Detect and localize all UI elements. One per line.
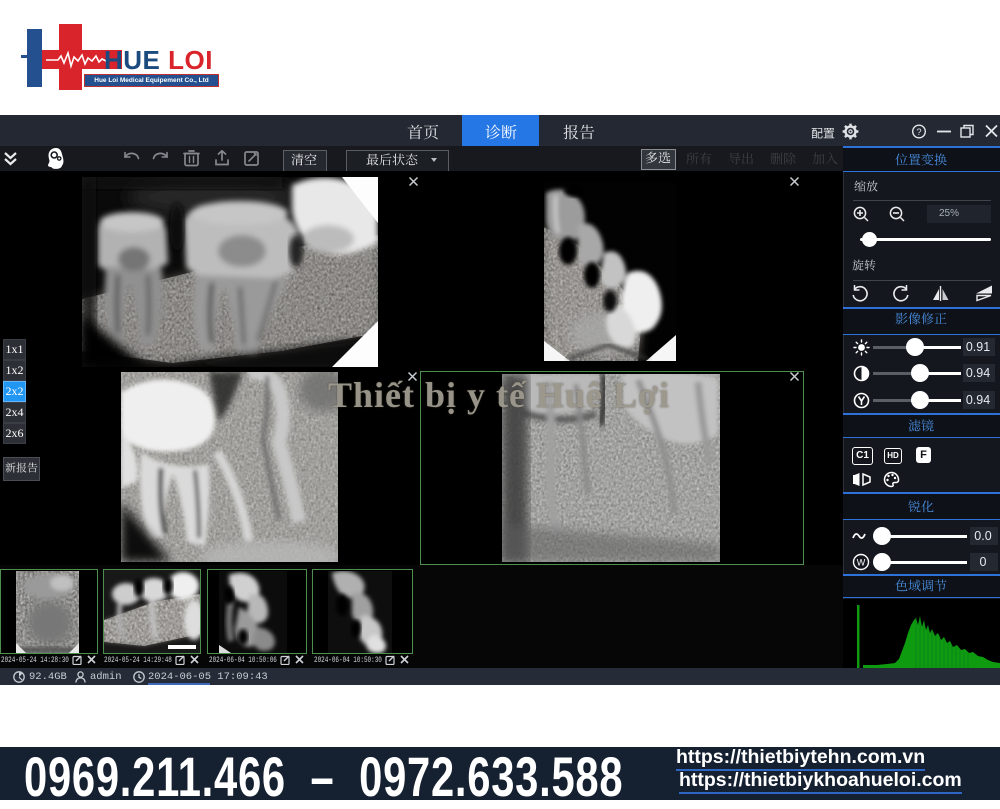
svg-text:W: W xyxy=(857,558,866,568)
svg-text:?: ? xyxy=(916,127,921,137)
